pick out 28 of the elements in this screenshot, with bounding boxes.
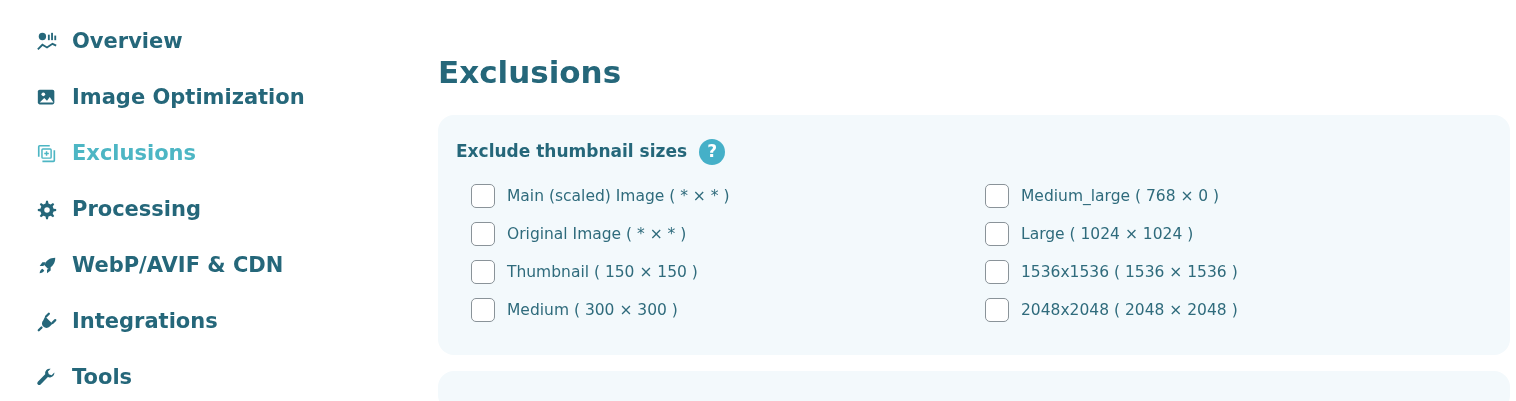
gear-icon <box>36 199 58 221</box>
checkbox[interactable] <box>471 260 495 285</box>
option-label: Thumbnail ( 150 × 150 ) <box>507 261 698 283</box>
checkbox[interactable] <box>985 260 1009 285</box>
sidebar-item[interactable]: Tools <box>36 350 133 401</box>
checkbox[interactable] <box>471 298 495 323</box>
sidebar-item[interactable]: WebP/AVIF & CDN <box>36 238 284 294</box>
chart-icon <box>36 31 58 53</box>
option-label: Medium ( 300 × 300 ) <box>507 299 678 321</box>
checkbox[interactable] <box>471 184 495 209</box>
sidebar-item[interactable]: Image Optimization <box>36 70 305 126</box>
section-title: Exclude thumbnail sizes <box>456 140 688 164</box>
plug-icon <box>36 311 58 333</box>
option-label: 1536x1536 ( 1536 × 1536 ) <box>1021 261 1238 283</box>
checkbox[interactable] <box>471 222 495 247</box>
checkbox[interactable] <box>985 222 1009 247</box>
option-label: Original Image ( * × * ) <box>507 223 687 245</box>
checkbox[interactable] <box>985 298 1009 323</box>
sidebar-item[interactable]: Overview <box>36 14 183 70</box>
checkbox[interactable] <box>985 184 1009 209</box>
sidebar-item[interactable]: Integrations <box>36 294 218 350</box>
option-label: Large ( 1024 × 1024 ) <box>1021 223 1194 245</box>
exclude-icon <box>36 143 58 165</box>
sidebar-item[interactable]: Processing <box>36 182 202 238</box>
option-label: Main (scaled) Image ( * × * ) <box>507 185 730 207</box>
option-label: Medium_large ( 768 × 0 ) <box>1021 185 1220 207</box>
page-title: Exclusions <box>438 54 622 92</box>
option-label: 2048x2048 ( 2048 × 2048 ) <box>1021 299 1238 321</box>
